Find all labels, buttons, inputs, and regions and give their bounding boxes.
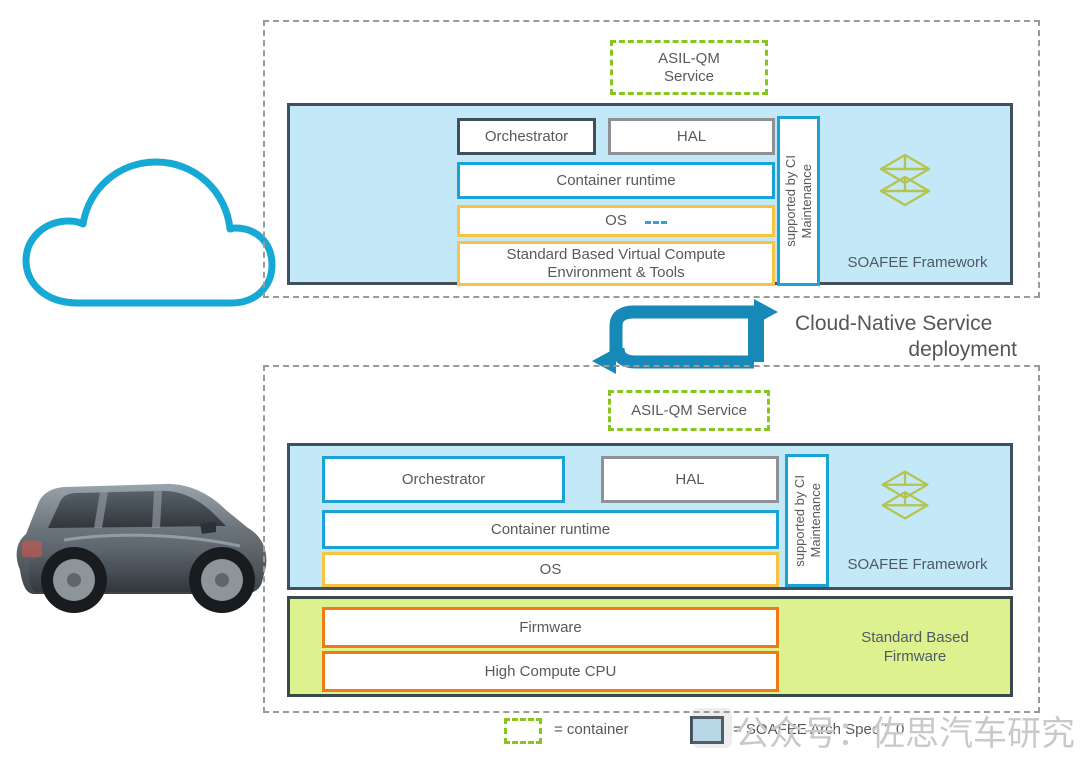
standard-based-firmware-line2: Firmware: [883, 647, 947, 665]
standard-based-firmware-panel: Firmware High Compute CPU Standard Based…: [287, 596, 1013, 697]
legend-container-text: = container: [554, 721, 629, 738]
vehicle-maintenance-line2: supported by CI: [791, 474, 807, 567]
cloud-native-service-deployment-label: Cloud-Native Service deployment: [795, 311, 1025, 364]
vehicle-maintenance-line1: Maintenance: [807, 483, 823, 558]
cloud-icon: [18, 148, 280, 313]
cloud-block-virtual-compute: Standard Based Virtual Compute Environme…: [457, 241, 775, 286]
vehicle-block-hal: HAL: [601, 456, 779, 503]
os-dash-marker: [645, 221, 667, 224]
deployment-label-line2: deployment: [908, 338, 1017, 362]
vehicle-block-container-runtime-label: Container runtime: [490, 520, 611, 538]
cloud-block-virtual-compute-label: Standard Based Virtual Compute Environme…: [506, 246, 726, 281]
vehicle-soafee-panel: Orchestrator HAL Container runtime OS Ma…: [287, 443, 1013, 590]
vehicle-maintenance-ci-box: Maintenance supported by CI: [785, 454, 829, 587]
deployment-label-line1: Cloud-Native Service: [795, 312, 993, 335]
cloud-maintenance-ci-box: Maintenance supported by CI: [777, 116, 820, 286]
vehicle-soafee-framework-label: SOAFEE Framework: [847, 556, 988, 573]
vehicle-block-high-compute-cpu: High Compute CPU: [322, 651, 779, 692]
cloud-block-container-runtime-label: Container runtime: [556, 171, 676, 189]
cloud-soafee-framework-label: SOAFEE Framework: [847, 254, 988, 271]
soafee-stacked-diamond-logo-icon-2: [876, 466, 934, 524]
cloud-maintenance-line1: Maintenance: [799, 163, 814, 239]
vehicle-block-high-compute-cpu-label: High Compute CPU: [484, 662, 617, 680]
cloud-block-os: OS: [457, 205, 775, 237]
diagram-canvas: ASIL-QM Service Orchestrator HAL Contain…: [0, 0, 1080, 768]
vehicle-block-firmware: Firmware: [322, 607, 779, 648]
vehicle-block-container-runtime: Container runtime: [322, 510, 779, 549]
cloud-soafee-panel: Orchestrator HAL Container runtime OS St…: [287, 103, 1013, 286]
vehicle-asil-qm-label: ASIL-QM Service: [631, 401, 747, 419]
soafee-stacked-diamond-logo-icon: [874, 149, 936, 211]
legend-spec-text: = SOAFEE Arch Spec 1.0: [733, 721, 905, 738]
cloud-asil-qm-line2: Service: [663, 67, 715, 85]
vehicle-block-os: OS: [322, 552, 779, 587]
cloud-block-orchestrator-label: Orchestrator: [484, 127, 569, 145]
vehicle-asil-qm-container: ASIL-QM Service: [608, 390, 770, 431]
cloud-block-hal: HAL: [608, 118, 775, 155]
vehicle-block-orchestrator-label: Orchestrator: [401, 470, 486, 488]
vehicle-block-firmware-label: Firmware: [519, 618, 582, 636]
car-icon: [4, 462, 276, 617]
cloud-block-orchestrator: Orchestrator: [457, 118, 596, 155]
watermark-logo-icon: [692, 708, 732, 748]
cloud-asil-qm-line1: ASIL-QM: [658, 49, 720, 67]
legend-container-swatch: [504, 718, 542, 744]
standard-based-firmware-line1: Standard Based: [861, 629, 969, 646]
cloud-maintenance-line2: supported by CI: [783, 155, 798, 247]
cloud-asil-qm-container: ASIL-QM Service: [610, 40, 768, 95]
vehicle-block-os-label: OS: [539, 560, 562, 578]
cloud-block-os-label: OS: [605, 212, 627, 230]
vehicle-block-orchestrator: Orchestrator: [322, 456, 565, 503]
cloud-block-hal-label: HAL: [676, 127, 707, 145]
standard-based-firmware-label: Standard Based Firmware: [815, 629, 1015, 667]
vehicle-block-hal-label: HAL: [675, 470, 705, 488]
cloud-block-container-runtime: Container runtime: [457, 162, 775, 199]
